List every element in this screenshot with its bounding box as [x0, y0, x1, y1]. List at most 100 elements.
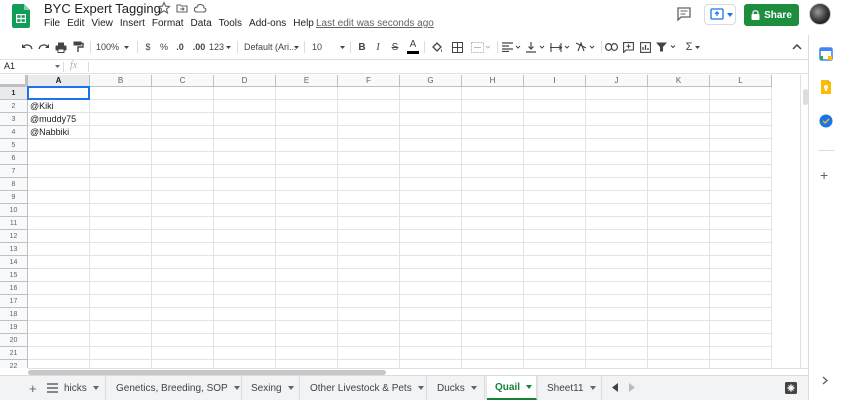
print-button[interactable]	[54, 37, 68, 57]
cell-d18[interactable]	[214, 308, 276, 321]
cell-i9[interactable]	[524, 191, 586, 204]
cell-f7[interactable]	[338, 165, 400, 178]
cell-j19[interactable]	[586, 321, 648, 334]
sheet-tab-chicks[interactable]: hicks	[62, 376, 106, 400]
cell-h11[interactable]	[462, 217, 524, 230]
cell-d22[interactable]	[214, 360, 276, 368]
cell-i18[interactable]	[524, 308, 586, 321]
cell-k14[interactable]	[648, 256, 710, 269]
cell-b6[interactable]	[90, 152, 152, 165]
cell-g18[interactable]	[400, 308, 462, 321]
column-header-f[interactable]: F	[338, 75, 400, 87]
cell-d21[interactable]	[214, 347, 276, 360]
cell-g16[interactable]	[400, 282, 462, 295]
cell-f5[interactable]	[338, 139, 400, 152]
cell-l16[interactable]	[710, 282, 772, 295]
cell-i20[interactable]	[524, 334, 586, 347]
horizontal-align-button[interactable]	[502, 37, 522, 57]
cell-k5[interactable]	[648, 139, 710, 152]
cell-j3[interactable]	[586, 113, 648, 126]
cell-f12[interactable]	[338, 230, 400, 243]
cell-e18[interactable]	[276, 308, 338, 321]
row-header-1[interactable]: 1	[0, 87, 28, 100]
menu-view[interactable]: View	[91, 18, 113, 32]
cell-k2[interactable]	[648, 100, 710, 113]
cell-g15[interactable]	[400, 269, 462, 282]
chevron-right-icon[interactable]	[822, 376, 828, 385]
cell-f11[interactable]	[338, 217, 400, 230]
cell-f19[interactable]	[338, 321, 400, 334]
cell-l19[interactable]	[710, 321, 772, 334]
cell-g19[interactable]	[400, 321, 462, 334]
cell-d20[interactable]	[214, 334, 276, 347]
cell-d15[interactable]	[214, 269, 276, 282]
cell-j22[interactable]	[586, 360, 648, 368]
document-title[interactable]: BYC Expert Tagging	[44, 1, 161, 16]
row-header-18[interactable]: 18	[0, 308, 28, 321]
cell-c1[interactable]	[152, 87, 214, 100]
column-header-b[interactable]: B	[90, 75, 152, 87]
column-header-d[interactable]: D	[214, 75, 276, 87]
cell-g13[interactable]	[400, 243, 462, 256]
cell-e12[interactable]	[276, 230, 338, 243]
cell-i22[interactable]	[524, 360, 586, 368]
cell-e3[interactable]	[276, 113, 338, 126]
cell-e17[interactable]	[276, 295, 338, 308]
cell-g12[interactable]	[400, 230, 462, 243]
hide-menus-button[interactable]	[790, 37, 804, 57]
cell-h22[interactable]	[462, 360, 524, 368]
cell-k10[interactable]	[648, 204, 710, 217]
cell-d6[interactable]	[214, 152, 276, 165]
row-header-20[interactable]: 20	[0, 334, 28, 347]
get-add-ons-button[interactable]: +	[820, 167, 828, 183]
undo-button[interactable]	[20, 37, 34, 57]
cell-b10[interactable]	[90, 204, 152, 217]
row-header-15[interactable]: 15	[0, 269, 28, 282]
cell-g6[interactable]	[400, 152, 462, 165]
cell-e11[interactable]	[276, 217, 338, 230]
cell-h2[interactable]	[462, 100, 524, 113]
cell-a4[interactable]: @Nabbiki	[28, 126, 90, 139]
menu-data[interactable]: Data	[191, 18, 212, 32]
menu-format[interactable]: Format	[152, 18, 184, 32]
cell-d12[interactable]	[214, 230, 276, 243]
cell-h14[interactable]	[462, 256, 524, 269]
cell-j12[interactable]	[586, 230, 648, 243]
menu-edit[interactable]: Edit	[67, 18, 84, 32]
filter-button[interactable]	[656, 37, 678, 57]
cell-i3[interactable]	[524, 113, 586, 126]
menu-insert[interactable]: Insert	[120, 18, 145, 32]
cell-g4[interactable]	[400, 126, 462, 139]
explore-icon[interactable]	[785, 382, 797, 394]
select-all-corner[interactable]	[0, 75, 28, 87]
cell-i7[interactable]	[524, 165, 586, 178]
font-size-select[interactable]: 10	[312, 37, 342, 57]
cell-h3[interactable]	[462, 113, 524, 126]
cell-j13[interactable]	[586, 243, 648, 256]
cell-c5[interactable]	[152, 139, 214, 152]
row-header-17[interactable]: 17	[0, 295, 28, 308]
paint-format-button[interactable]	[71, 37, 85, 57]
cell-h1[interactable]	[462, 87, 524, 100]
cell-f4[interactable]	[338, 126, 400, 139]
cell-j16[interactable]	[586, 282, 648, 295]
column-header-l[interactable]: L	[710, 75, 772, 87]
cell-d1[interactable]	[214, 87, 276, 100]
cell-b7[interactable]	[90, 165, 152, 178]
cell-g2[interactable]	[400, 100, 462, 113]
cell-c18[interactable]	[152, 308, 214, 321]
cell-b22[interactable]	[90, 360, 152, 368]
cell-i19[interactable]	[524, 321, 586, 334]
cell-f2[interactable]	[338, 100, 400, 113]
cell-g21[interactable]	[400, 347, 462, 360]
cell-k18[interactable]	[648, 308, 710, 321]
borders-button[interactable]	[450, 37, 464, 57]
cell-h18[interactable]	[462, 308, 524, 321]
font-family-select[interactable]: Default (Ari...	[244, 37, 300, 57]
cell-l2[interactable]	[710, 100, 772, 113]
cell-d14[interactable]	[214, 256, 276, 269]
cell-c14[interactable]	[152, 256, 214, 269]
cell-d3[interactable]	[214, 113, 276, 126]
cell-d2[interactable]	[214, 100, 276, 113]
cell-f22[interactable]	[338, 360, 400, 368]
